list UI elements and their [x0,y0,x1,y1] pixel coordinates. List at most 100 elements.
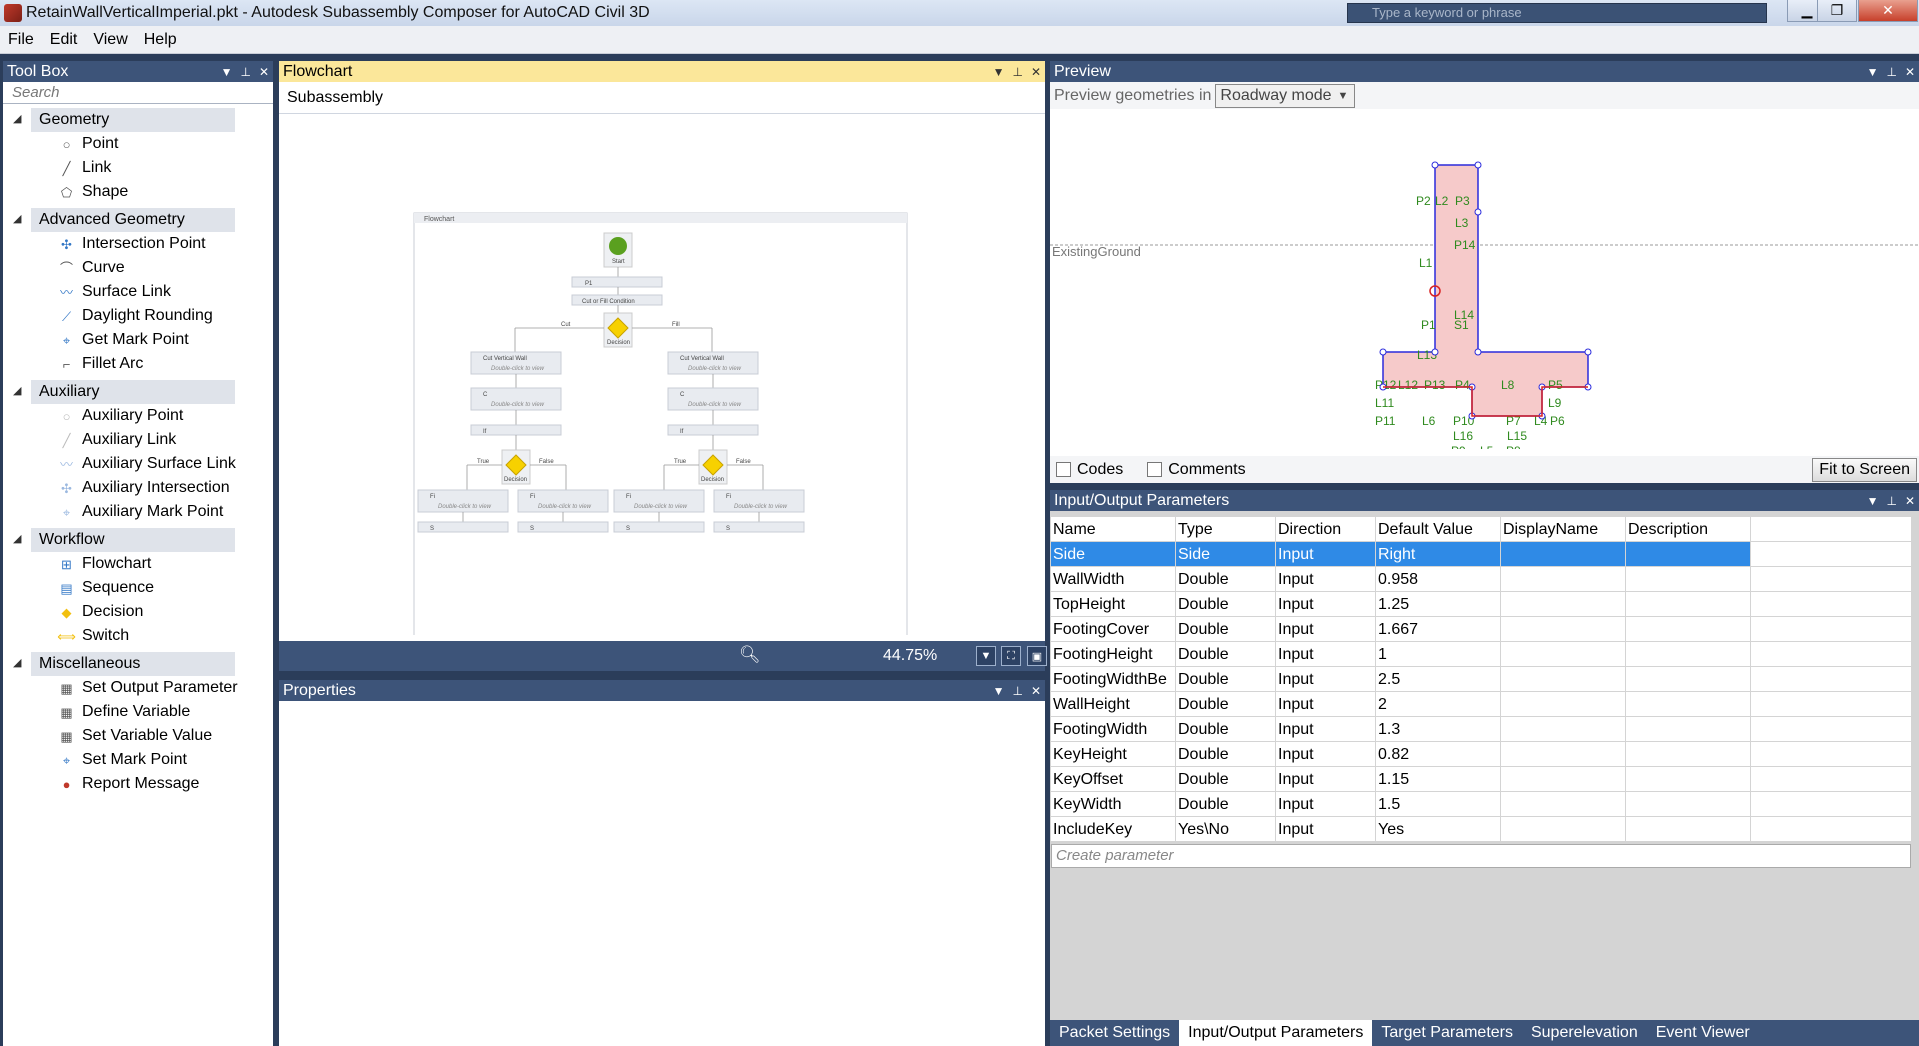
table-cell[interactable] [1626,567,1751,591]
toolbox-item[interactable]: ◆ Decision [3,600,273,624]
table-cell[interactable] [1501,617,1626,641]
table-cell[interactable] [1501,667,1626,691]
table-cell[interactable]: WallWidth [1051,567,1176,591]
geometry-point[interactable] [1474,348,1482,356]
table-row[interactable]: KeyOffset Double Input 1.15 [1051,767,1911,792]
table-cell[interactable]: 1.5 [1376,792,1501,816]
table-cell[interactable]: IncludeKey [1051,817,1176,841]
toolbox-item[interactable]: ╱ Auxiliary Link [3,428,273,452]
comments-checkbox[interactable]: Comments [1147,461,1246,479]
geometry-point[interactable] [1379,348,1387,356]
table-cell[interactable]: Yes\No [1176,817,1276,841]
table-cell[interactable] [1501,817,1626,841]
toolbox-item[interactable]: ⟺ Switch [3,624,273,648]
table-cell[interactable]: Double [1176,692,1276,716]
expand-arrow-icon[interactable]: ◢ [13,112,21,125]
expand-arrow-icon[interactable]: ◢ [13,532,21,545]
table-cell[interactable]: Input [1276,667,1376,691]
toolbox-category[interactable]: ◢ Auxiliary [3,380,273,404]
table-cell[interactable]: Yes [1376,817,1501,841]
table-cell[interactable]: FootingWidth [1051,717,1176,741]
table-cell[interactable]: FootingHeight [1051,642,1176,666]
toolbox-item[interactable]: ⌒ Curve [3,256,273,280]
table-cell[interactable] [1626,792,1751,816]
toolbox-item[interactable]: ▦ Set Variable Value [3,724,273,748]
panel-menu-icon[interactable]: ▼ [993,684,1005,698]
table-cell[interactable]: 1.15 [1376,767,1501,791]
table-row[interactable]: KeyHeight Double Input 0.82 [1051,742,1911,767]
table-cell[interactable]: 0.82 [1376,742,1501,766]
toolbox-item[interactable]: ⌖ Get Mark Point [3,328,273,352]
table-cell[interactable] [1501,792,1626,816]
geometry-point[interactable] [1584,348,1592,356]
expand-arrow-icon[interactable]: ◢ [13,656,21,669]
panel-menu-icon[interactable]: ▼ [1867,65,1879,79]
toolbox-item[interactable]: ○ Auxiliary Point [3,404,273,428]
table-cell[interactable] [1626,642,1751,666]
toolbox-category[interactable]: ◢ Miscellaneous [3,652,273,676]
table-cell[interactable]: 1.3 [1376,717,1501,741]
tab-event-viewer[interactable]: Event Viewer [1647,1020,1759,1046]
pin-icon[interactable]: ⊥ [1012,684,1022,698]
toolbox-item[interactable]: ▦ Set Output Parameter [3,676,273,700]
table-cell[interactable]: Double [1176,717,1276,741]
table-row[interactable]: IncludeKey Yes\No Input Yes [1051,817,1911,842]
table-cell[interactable]: KeyWidth [1051,792,1176,816]
tab-packet-settings[interactable]: Packet Settings [1050,1020,1179,1046]
table-cell[interactable] [1626,592,1751,616]
geometry-point[interactable] [1474,161,1482,169]
toolbox-item[interactable]: ⊞ Flowchart [3,552,273,576]
table-cell[interactable]: Input [1276,717,1376,741]
toolbox-category[interactable]: ◢ Advanced Geometry [3,208,273,232]
toolbox-category[interactable]: ◢ Workflow [3,528,273,552]
table-cell[interactable]: Double [1176,567,1276,591]
toolbox-item[interactable]: ⌐ Fillet Arc [3,352,273,376]
table-cell[interactable]: 2.5 [1376,667,1501,691]
fit-to-screen-button[interactable]: Fit to Screen [1812,458,1917,482]
close-button[interactable]: ✕ [1858,0,1918,22]
breadcrumb[interactable]: Subassembly [279,82,1045,114]
table-cell[interactable]: Side [1051,542,1176,566]
expand-arrow-icon[interactable]: ◢ [13,384,21,397]
flowchart-canvas[interactable]: Flowchart Start P1 Cut or Fill Condition De… [279,115,1045,635]
table-cell[interactable]: Double [1176,617,1276,641]
tab-target-parameters[interactable]: Target Parameters [1372,1020,1522,1046]
table-cell[interactable] [1626,817,1751,841]
pin-icon[interactable]: ⊥ [240,65,250,79]
table-cell[interactable]: FootingWidthBe [1051,667,1176,691]
table-cell[interactable]: 1 [1376,642,1501,666]
table-cell[interactable]: 1.25 [1376,592,1501,616]
table-cell[interactable] [1501,742,1626,766]
table-row[interactable]: WallHeight Double Input 2 [1051,692,1911,717]
toolbox-item[interactable]: ⌖ Set Mark Point [3,748,273,772]
table-cell[interactable] [1626,767,1751,791]
table-cell[interactable]: 0.958 [1376,567,1501,591]
table-row[interactable]: WallWidth Double Input 0.958 [1051,567,1911,592]
table-cell[interactable]: Side [1176,542,1276,566]
table-cell[interactable]: Double [1176,742,1276,766]
table-cell[interactable]: Input [1276,742,1376,766]
tab-superelevation[interactable]: Superelevation [1522,1020,1647,1046]
tab-input-output-parameters[interactable]: Input/Output Parameters [1179,1020,1373,1046]
table-cell[interactable]: Input [1276,692,1376,716]
menu-file[interactable]: File [0,31,42,49]
table-cell[interactable]: TopHeight [1051,592,1176,616]
toolbox-search-input[interactable]: Search [3,82,273,104]
table-cell[interactable] [1501,642,1626,666]
toolbox-item[interactable]: ⟋ Daylight Rounding [3,304,273,328]
column-header[interactable]: Default Value [1376,517,1501,541]
fit-view-icon[interactable]: ⛶ [1001,646,1021,666]
geometry-point[interactable] [1474,208,1482,216]
table-cell[interactable] [1626,717,1751,741]
table-cell[interactable]: WallHeight [1051,692,1176,716]
table-cell[interactable]: Input [1276,567,1376,591]
table-cell[interactable]: Input [1276,642,1376,666]
table-cell[interactable] [1626,667,1751,691]
magnifier-icon[interactable]: 🔍︎ [739,645,761,665]
close-icon[interactable]: ✕ [1905,494,1915,508]
table-row[interactable]: FootingCover Double Input 1.667 [1051,617,1911,642]
table-cell[interactable]: 1.667 [1376,617,1501,641]
toolbox-item[interactable]: ✣ Intersection Point [3,232,273,256]
overview-icon[interactable]: ▣ [1027,646,1047,666]
table-cell[interactable]: KeyOffset [1051,767,1176,791]
